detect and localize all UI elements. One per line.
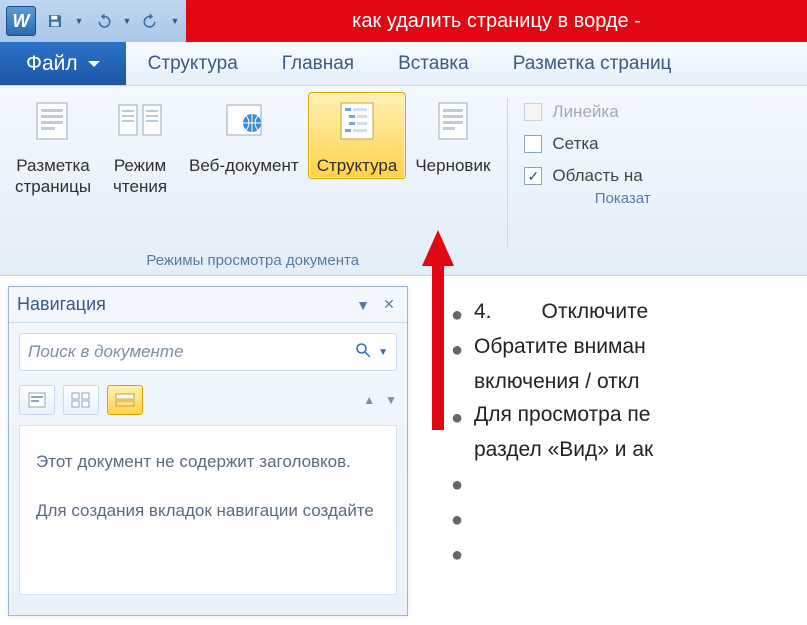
view-outline-button[interactable]: Структура: [308, 92, 407, 179]
title-bar: W ▼ ▼ ▼ как удалить страницу в ворде -: [0, 0, 807, 42]
bullet-icon: ●: [440, 536, 474, 571]
ribbon-separator: [507, 98, 508, 247]
tab-file[interactable]: Файл: [0, 42, 126, 85]
bullet-icon: ●: [440, 399, 474, 434]
doc-row: ●: [440, 536, 807, 571]
navigation-body-p1: Этот документ не содержит заголовков.: [36, 450, 380, 475]
bullet-icon: ●: [440, 331, 474, 366]
checkbox-gridlines[interactable]: Сетка: [524, 134, 642, 154]
checkbox-gridlines-label: Сетка: [552, 134, 598, 154]
redo-button[interactable]: [138, 8, 164, 34]
tab-insert[interactable]: Вставка: [376, 42, 491, 85]
nav-tab-results[interactable]: [107, 385, 143, 415]
navigation-pane: Навигация ▼ ✕ Поиск в документе ▼ ▲ ▼: [8, 286, 408, 616]
view-draft-button[interactable]: Черновик: [406, 92, 499, 179]
view-reading-mode-label: Режим чтения: [113, 155, 167, 198]
doc-row: ● Обратите вниман: [440, 331, 807, 366]
ribbon-group-views: Разметка страницы Режим чтения Веб-докум…: [0, 92, 505, 275]
tab-home[interactable]: Главная: [260, 42, 376, 85]
navigation-pane-close[interactable]: ✕: [379, 295, 399, 315]
reading-mode-icon: [116, 97, 164, 145]
ribbon-group-views-label: Режимы просмотра документа: [146, 248, 359, 275]
checkbox-navigation-pane-label: Область на: [552, 166, 642, 186]
navigation-pane-header: Навигация ▼ ✕: [9, 287, 407, 323]
search-dropdown[interactable]: ▼: [378, 347, 388, 358]
doc-row: включения / откл: [440, 366, 807, 399]
word-app-icon[interactable]: W: [6, 6, 36, 36]
doc-text: Для просмотра пе: [474, 399, 650, 432]
navigation-pane-title: Навигация: [17, 294, 106, 315]
ribbon-group-show-label: Показат: [595, 186, 651, 213]
checkbox-icon: [524, 103, 542, 121]
doc-row: ● 4. Отключите: [440, 296, 807, 331]
qat-dropdown[interactable]: ▼: [74, 8, 84, 34]
window-title: как удалить страницу в ворде -: [186, 0, 807, 42]
undo-dropdown[interactable]: ▼: [122, 8, 132, 34]
view-outline-label: Структура: [317, 155, 398, 176]
nav-prev[interactable]: ▲: [363, 393, 375, 407]
checkbox-icon: [524, 135, 542, 153]
doc-row: ●: [440, 501, 807, 536]
view-draft-label: Черновик: [415, 155, 490, 176]
bullet-icon: ●: [440, 296, 474, 331]
view-web-layout-button[interactable]: Веб-документ: [180, 92, 308, 179]
navigation-body-p2: Для создания вкладок навигации создайте: [36, 499, 380, 524]
ribbon-tabs: Файл Структура Главная Вставка Разметка …: [0, 42, 807, 86]
doc-row: ● Для просмотра пе: [440, 399, 807, 434]
document-area[interactable]: ● 4. Отключите ● Обратите вниман включени…: [420, 286, 807, 625]
qat-customize[interactable]: ▼: [170, 8, 180, 34]
doc-num: 4.: [474, 300, 492, 323]
navigation-body: Этот документ не содержит заголовков. Дл…: [19, 425, 397, 595]
web-layout-icon: [220, 97, 268, 145]
tab-structure[interactable]: Структура: [126, 42, 260, 85]
quick-access-toolbar: W ▼ ▼ ▼: [0, 0, 186, 42]
view-web-layout-label: Веб-документ: [189, 155, 299, 176]
bullet-icon-empty: [440, 366, 474, 370]
doc-text: раздел «Вид» и ак: [474, 434, 653, 467]
save-button[interactable]: [42, 8, 68, 34]
nav-tab-pages[interactable]: [63, 385, 99, 415]
doc-text: Отключите: [542, 300, 649, 323]
view-print-layout-label: Разметка страницы: [15, 155, 91, 198]
checkbox-navigation-pane[interactable]: ✓ Область на: [524, 166, 642, 186]
doc-row: раздел «Вид» и ак: [440, 434, 807, 467]
doc-text: включения / откл: [474, 366, 639, 399]
checkbox-ruler-label: Линейка: [552, 102, 618, 122]
outline-icon: [333, 97, 381, 145]
ribbon: Разметка страницы Режим чтения Веб-докум…: [0, 86, 807, 276]
nav-tab-headings[interactable]: [19, 385, 55, 415]
print-layout-icon: [29, 97, 77, 145]
search-icon[interactable]: [354, 341, 372, 364]
checkbox-icon: ✓: [524, 167, 542, 185]
ribbon-group-show: Линейка Сетка ✓ Область на Показат: [510, 92, 656, 275]
view-reading-mode-button[interactable]: Режим чтения: [100, 92, 180, 201]
bullet-icon: ●: [440, 501, 474, 536]
checkbox-ruler: Линейка: [524, 102, 642, 122]
doc-text: Обратите вниман: [474, 331, 646, 364]
bullet-icon: ●: [440, 466, 474, 501]
draft-icon: [429, 97, 477, 145]
navigation-pane-menu[interactable]: ▼: [353, 295, 373, 315]
doc-row: ●: [440, 466, 807, 501]
undo-button[interactable]: [90, 8, 116, 34]
nav-next[interactable]: ▼: [385, 393, 397, 407]
tab-page-layout[interactable]: Разметка страниц: [491, 42, 694, 85]
navigation-search-placeholder: Поиск в документе: [28, 342, 184, 362]
bullet-icon-empty: [440, 434, 474, 438]
view-print-layout-button[interactable]: Разметка страницы: [6, 92, 100, 201]
navigation-search-input[interactable]: Поиск в документе ▼: [19, 333, 397, 371]
navigation-tabs: ▲ ▼: [9, 379, 407, 425]
